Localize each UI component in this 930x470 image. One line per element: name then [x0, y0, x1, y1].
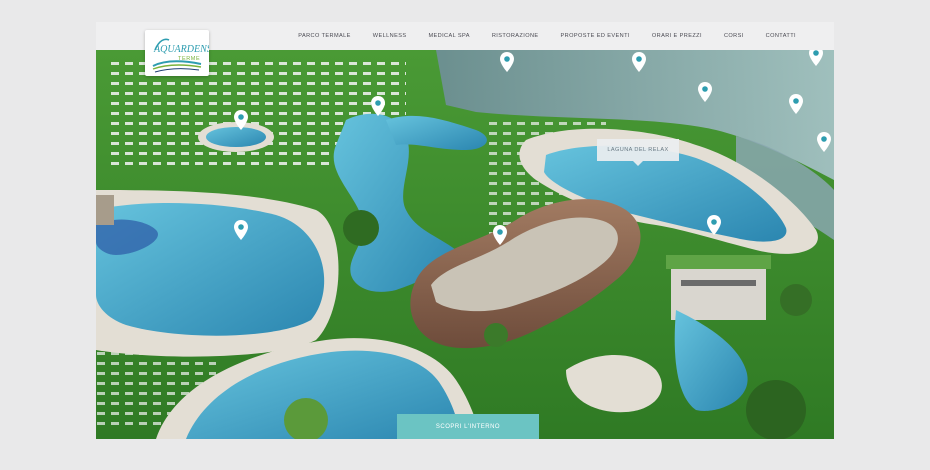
aquardens-logo[interactable]: AQUARDENS TERME	[145, 30, 209, 76]
nav-ristorazione[interactable]: Ristorazione	[492, 33, 539, 39]
stone-wall	[96, 195, 114, 225]
laguna-del-relax-tooltip[interactable]: Laguna del relax	[597, 139, 679, 166]
tree	[343, 210, 379, 246]
discover-inside-button[interactable]: Scopri l'interno	[397, 414, 539, 439]
nav-corsi[interactable]: Corsi	[724, 33, 744, 39]
nav-contatti[interactable]: Contatti	[766, 33, 796, 39]
logo-wordmark: AQUARDENS	[153, 44, 209, 55]
building-windows	[681, 280, 756, 286]
map-pin-icon[interactable]	[371, 96, 385, 116]
map-pin-icon[interactable]	[707, 215, 721, 235]
nav-parco-termale[interactable]: Parco termale	[298, 33, 351, 39]
map-pin-icon[interactable]	[493, 225, 507, 245]
nav-wellness[interactable]: Wellness	[373, 33, 407, 39]
map-pin-icon[interactable]	[789, 94, 803, 114]
green-roof	[666, 255, 771, 269]
nav-orari-e-prezzi[interactable]: Orari e prezzi	[652, 33, 702, 39]
small-round-pool	[206, 127, 266, 147]
map-pin-icon[interactable]	[698, 82, 712, 102]
nav-medical-spa[interactable]: Medical spa	[428, 33, 469, 39]
map-pin-icon[interactable]	[234, 110, 248, 130]
main-menu: Parco termale Wellness Medical spa Risto…	[298, 22, 796, 50]
nav-proposte-ed-eventi[interactable]: Proposte ed eventi	[561, 33, 630, 39]
browser-viewport: Parco termale Wellness Medical spa Risto…	[96, 22, 834, 439]
tree	[484, 323, 508, 347]
tree	[780, 284, 812, 316]
thermal-park-aerial-map	[96, 50, 834, 439]
map-pin-icon[interactable]	[632, 52, 646, 72]
map-pin-icon[interactable]	[500, 52, 514, 72]
tree	[746, 380, 806, 439]
map-pin-icon[interactable]	[234, 220, 248, 240]
map-pin-icon[interactable]	[817, 132, 831, 152]
